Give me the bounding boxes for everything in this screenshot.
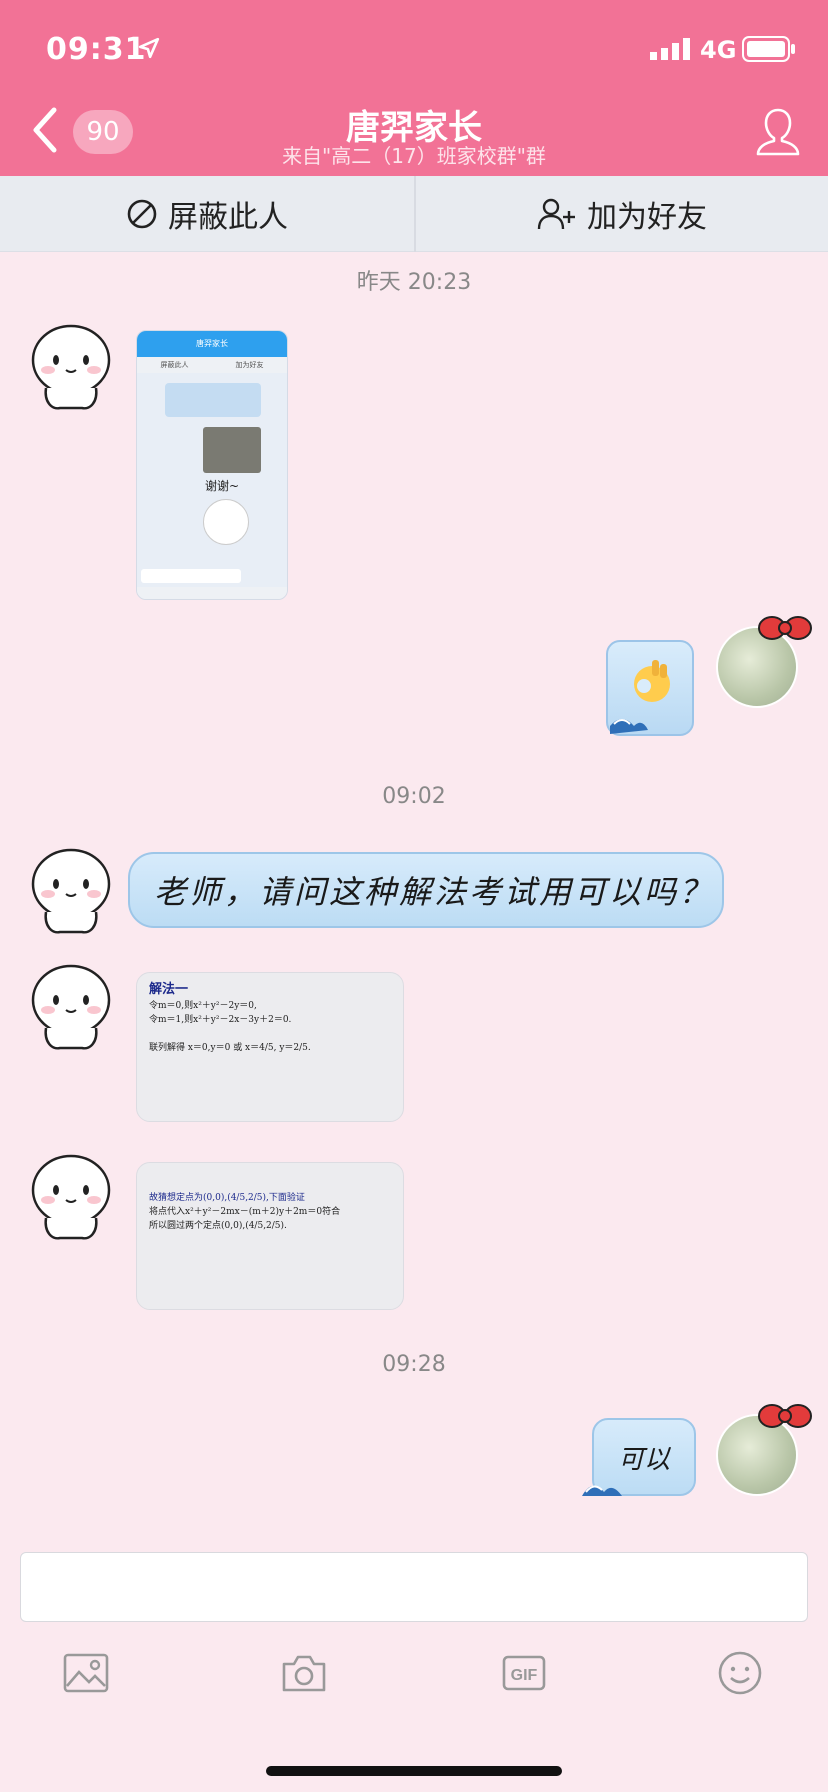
svg-text:GIF: GIF — [511, 1667, 538, 1684]
my-avatar[interactable] — [716, 616, 812, 708]
network-label: 4G — [700, 36, 737, 64]
ok-hand-icon — [610, 660, 670, 734]
screenshot-cat-sticker — [203, 499, 249, 545]
add-friend-icon — [537, 198, 575, 230]
block-user-button[interactable]: 屏蔽此人 — [0, 176, 414, 252]
math2-line3: 所以圆过两个定点(0,0),(4/5,2/5). — [149, 1221, 287, 1231]
location-arrow-icon — [138, 37, 160, 59]
home-indicator[interactable] — [266, 1766, 562, 1776]
screenshot-photo — [203, 427, 261, 473]
screenshot-thanks-text: 谢谢~ — [205, 479, 240, 493]
question-message-bubble[interactable]: 老师，请问这种解法考试用可以吗？ — [128, 852, 724, 928]
math-image-2[interactable]: 故猜想定点为(0,0),(4/5,2/5),下面验证 将点代入x²＋y²－2mx… — [136, 1162, 404, 1310]
math2-line1: 故猜想定点为(0,0),(4/5,2/5),下面验证 — [149, 1193, 305, 1203]
add-friend-button[interactable]: 加为好友 — [414, 176, 828, 252]
math1-title: 解法一 — [149, 982, 189, 997]
add-friend-label: 加为好友 — [587, 200, 707, 235]
my-avatar[interactable] — [716, 1404, 812, 1496]
emoji-icon[interactable] — [716, 1650, 764, 1696]
action-bar: 屏蔽此人 加为好友 — [0, 176, 828, 252]
timestamp: 09:02 — [382, 784, 446, 809]
camera-icon[interactable] — [280, 1650, 328, 1696]
block-icon — [127, 199, 157, 229]
block-user-label: 屏蔽此人 — [168, 200, 288, 235]
screenshot-input — [141, 569, 241, 583]
bow-icon — [758, 1404, 812, 1428]
timestamp: 昨天 20:23 — [356, 270, 472, 295]
chat-subtitle: 来自"高二（17）班家校群"群 — [282, 144, 546, 168]
sender-avatar[interactable] — [30, 1152, 112, 1244]
math1-line1: 令m＝0,则x²＋y²－2y＝0, — [149, 1001, 257, 1011]
math2-line2: 将点代入x²＋y²－2mx－(m＋2)y＋2m＝0符合 — [149, 1207, 341, 1217]
question-text: 老师，请问这种解法考试用可以吗？ — [154, 873, 715, 911]
bow-icon — [758, 616, 812, 640]
wave-decoration-icon — [582, 1485, 622, 1496]
screenshot-add-label: 加为好友 — [235, 361, 264, 369]
profile-icon[interactable] — [754, 106, 802, 158]
message-input[interactable] — [20, 1552, 808, 1622]
screenshot-header: 唐羿家长 — [137, 331, 287, 357]
timestamp: 09:28 — [382, 1352, 446, 1377]
sender-avatar[interactable] — [30, 846, 112, 938]
math1-line2: 令m＝1,则x²＋y²－2x－3y＋2＝0. — [149, 1015, 292, 1025]
gif-icon[interactable]: GIF — [500, 1650, 548, 1696]
shared-screenshot-image[interactable]: 唐羿家长 屏蔽此人 加为好友 谢谢~ — [136, 330, 288, 600]
screenshot-action-bar: 屏蔽此人 加为好友 — [137, 357, 287, 373]
sender-avatar[interactable] — [30, 962, 112, 1054]
screenshot-block-label: 屏蔽此人 — [160, 361, 189, 369]
header-bar: 09:31 4G 90 唐羿家长 来自"高二（17）班家校群"群 — [0, 0, 828, 176]
battery-icon — [742, 36, 795, 62]
status-time: 09:31 — [46, 32, 147, 67]
math-image-1[interactable]: 解法一 令m＝0,则x²＋y²－2y＝0, 令m＝1,则x²＋y²－2x－3y＋… — [136, 972, 404, 1122]
screenshot-toolbar — [137, 587, 287, 599]
sender-avatar[interactable] — [30, 322, 112, 414]
image-icon[interactable] — [62, 1650, 110, 1696]
signal-icon — [650, 38, 690, 60]
ok-emoji-bubble[interactable] — [606, 640, 694, 736]
math1-line3: 联列解得 x＝0,y＝0 或 x＝4/5, y＝2/5. — [149, 1043, 311, 1053]
screenshot-text-bubble — [165, 383, 261, 417]
